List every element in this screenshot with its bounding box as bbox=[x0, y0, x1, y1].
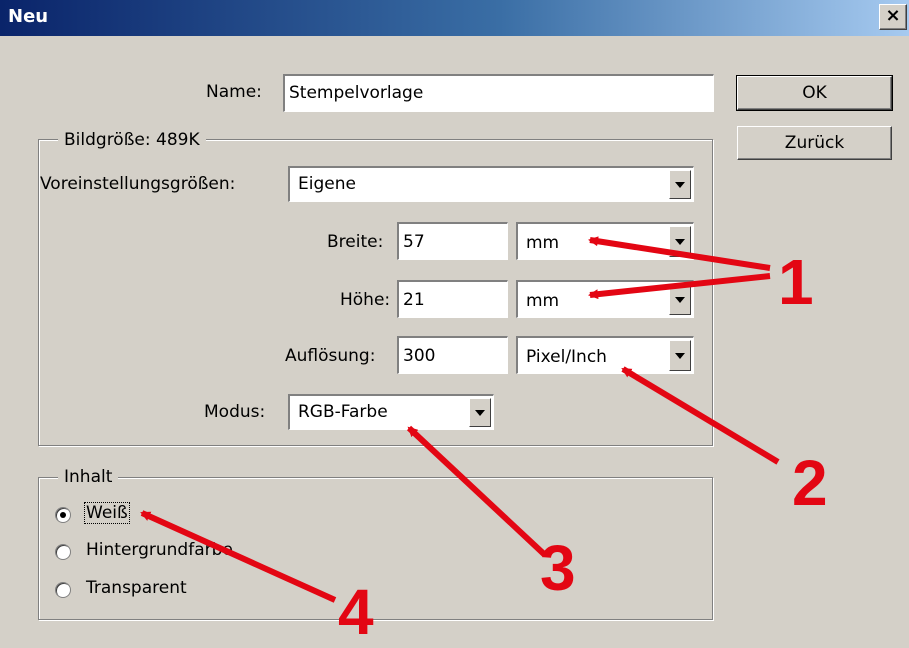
height-input[interactable]: 21 bbox=[397, 280, 508, 318]
width-unit-value: mm bbox=[526, 233, 560, 253]
mode-value: RGB-Farbe bbox=[298, 402, 388, 422]
resolution-unit-value: Pixel/Inch bbox=[526, 347, 607, 367]
width-input[interactable]: 57 bbox=[397, 222, 508, 260]
preset-select[interactable]: Eigene bbox=[288, 166, 694, 202]
annotation-number-4: 4 bbox=[338, 576, 374, 648]
option-transparent-label[interactable]: Transparent bbox=[86, 578, 187, 598]
radio-background-color[interactable] bbox=[55, 544, 71, 560]
chevron-down-icon[interactable] bbox=[669, 340, 691, 371]
radio-transparent[interactable] bbox=[55, 582, 71, 598]
resolution-label: Auflösung: bbox=[285, 346, 376, 366]
height-unit-value: mm bbox=[526, 291, 560, 311]
resolution-unit-select[interactable]: Pixel/Inch bbox=[516, 336, 694, 374]
image-size-legend: Bildgröße: 489K bbox=[58, 130, 206, 150]
height-unit-select[interactable]: mm bbox=[516, 280, 694, 318]
mode-label: Modus: bbox=[204, 402, 266, 422]
ok-button[interactable]: OK bbox=[736, 75, 893, 111]
name-label: Name: bbox=[206, 82, 262, 102]
annotation-number-1: 1 bbox=[778, 246, 814, 318]
width-unit-select[interactable]: mm bbox=[516, 222, 694, 260]
height-label: Höhe: bbox=[340, 290, 391, 310]
chevron-down-icon[interactable] bbox=[469, 398, 491, 427]
resolution-input[interactable]: 300 bbox=[397, 336, 508, 374]
mode-select[interactable]: RGB-Farbe bbox=[288, 394, 494, 430]
chevron-down-icon[interactable] bbox=[669, 226, 691, 257]
title-bar: Neu × bbox=[0, 0, 909, 36]
chevron-down-icon[interactable] bbox=[669, 170, 691, 199]
radio-white[interactable] bbox=[55, 507, 71, 523]
preset-label: Voreinstellungsgrößen: bbox=[40, 174, 236, 194]
option-background-color-label[interactable]: Hintergrundfarbe bbox=[86, 540, 233, 560]
content-legend: Inhalt bbox=[58, 467, 119, 487]
reset-button[interactable]: Zurück bbox=[737, 126, 892, 160]
window-title: Neu bbox=[8, 6, 49, 27]
annotation-number-3: 3 bbox=[540, 532, 576, 604]
close-button[interactable]: × bbox=[879, 4, 907, 30]
chevron-down-icon[interactable] bbox=[669, 284, 691, 315]
close-icon: × bbox=[885, 5, 901, 26]
option-white-label[interactable]: Weiß bbox=[84, 502, 130, 524]
name-input[interactable]: Stempelvorlage bbox=[283, 74, 714, 112]
preset-value: Eigene bbox=[298, 174, 356, 194]
width-label: Breite: bbox=[327, 232, 384, 252]
annotation-number-2: 2 bbox=[792, 447, 828, 519]
